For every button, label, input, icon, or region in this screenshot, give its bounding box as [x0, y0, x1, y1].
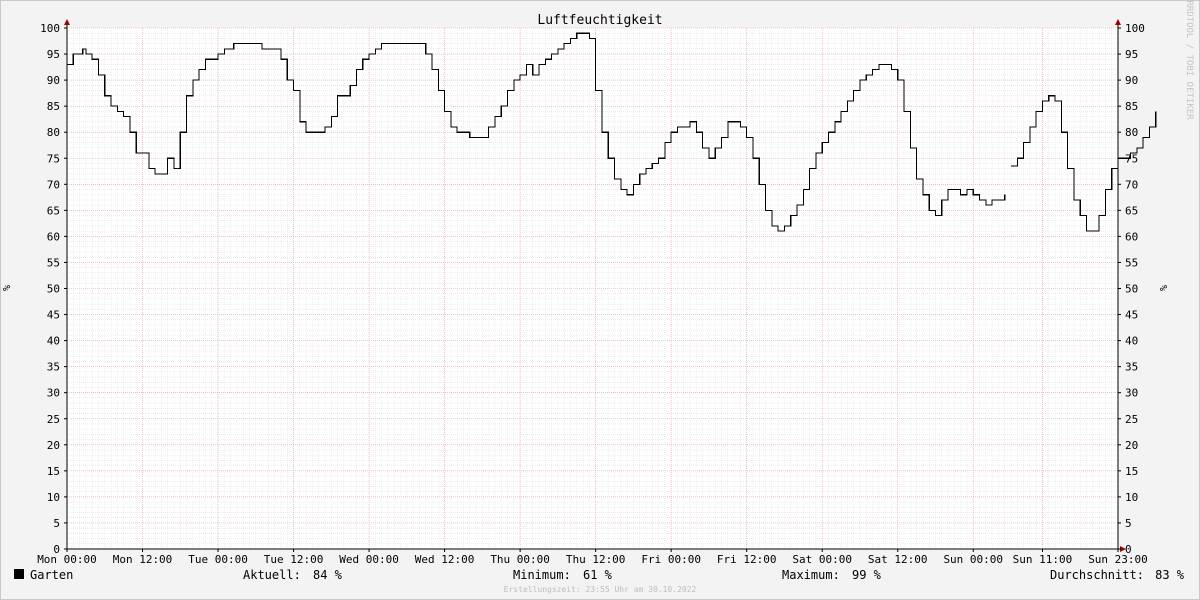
y-tick-label-right: 30	[1125, 387, 1138, 400]
y-tick-label-left: 75	[47, 152, 60, 165]
y-tick-label-left: 50	[47, 283, 60, 296]
footer-timestamp: Erstellungszeit: 23:55 Uhr am 30.10.2022	[504, 585, 697, 594]
y-tick-label-left: 10	[47, 491, 60, 504]
x-tick-label: Fri 00:00	[641, 553, 701, 566]
y-tick-label-left: 70	[47, 178, 60, 191]
x-tick-label: Sun 11:00	[1013, 553, 1073, 566]
x-tick-label: Fri 12:00	[717, 553, 777, 566]
minor-grid	[67, 28, 1118, 549]
y-tick-label-right: 5	[1125, 517, 1132, 530]
y-tick-label-left: 95	[47, 48, 60, 61]
y-tick-label-right: 35	[1125, 361, 1138, 374]
y-tick-label-left: 35	[47, 361, 60, 374]
y-tick-label-left: 25	[47, 413, 60, 426]
y-tick-label-left: 60	[47, 230, 60, 243]
watermark: RRDTOOL / TOBI OETIKER	[1184, 0, 1194, 120]
y-axis-label-left: %	[2, 285, 13, 291]
x-tick-label: Wed 00:00	[339, 553, 399, 566]
y-tick-label-right: 40	[1125, 335, 1138, 348]
y-tick-label-left: 65	[47, 204, 60, 217]
y-tick-label-left: 5	[53, 517, 60, 530]
y-tick-label-right: 60	[1125, 230, 1138, 243]
x-ticks: Mon 00:00 Mon 12:00 Tue 00:00 Tue 12:00 Wed …	[37, 549, 1148, 566]
y-tick-label-left: 45	[47, 309, 60, 322]
x-tick-label: Sun 00:00	[943, 553, 1003, 566]
y-tick-label-right: 70	[1125, 178, 1138, 191]
x-tick-label: Wed 12:00	[415, 553, 475, 566]
y-tick-label-right: 25	[1125, 413, 1138, 426]
x-tick-label: Tue 12:00	[264, 553, 324, 566]
y-tick-label-right: 45	[1125, 309, 1138, 322]
y-tick-label-right: 50	[1125, 283, 1138, 296]
x-tick-label: Thu 12:00	[566, 553, 626, 566]
x-tick-label: Thu 00:00	[490, 553, 550, 566]
y-tick-label-right: 100	[1125, 22, 1145, 35]
y-tick-label-right: 20	[1125, 439, 1138, 452]
y-axis-arrow-left	[64, 19, 70, 25]
y-tick-label-left: 15	[47, 465, 60, 478]
y-tick-label-right: 85	[1125, 100, 1138, 113]
y-tick-label-right: 95	[1125, 48, 1138, 61]
x-tick-label: Sun 23:00	[1088, 553, 1148, 566]
y-tick-label-right: 75	[1125, 152, 1138, 165]
legend-aktuell-label: Aktuell:	[243, 568, 301, 582]
legend-minimum-label: Minimum:	[513, 568, 571, 582]
humidity-chart: 0510152025303540455055606570758085909510…	[2, 0, 1194, 594]
y-tick-label-left: 85	[47, 100, 60, 113]
y-tick-label-right: 10	[1125, 491, 1138, 504]
legend-durchschnitt-label: Durchschnitt:	[1050, 568, 1144, 582]
y-axis-arrow-right	[1115, 19, 1121, 25]
y-tick-label-right: 15	[1125, 465, 1138, 478]
y-tick-label-left: 80	[47, 126, 60, 139]
legend-durchschnitt-value: 83 %	[1155, 568, 1185, 582]
plot-area	[67, 28, 1118, 549]
y-axis-label-right: %	[1157, 285, 1168, 291]
x-tick-label: Mon 00:00	[37, 553, 97, 566]
x-tick-label: Sat 12:00	[868, 553, 928, 566]
x-tick-label: Tue 00:00	[188, 553, 248, 566]
legend-label-garten: Garten	[30, 568, 73, 582]
y-tick-label-right: 80	[1125, 126, 1138, 139]
y-tick-label-left: 90	[47, 74, 60, 87]
y-tick-label-left: 100	[40, 22, 60, 35]
y-tick-label-left: 30	[47, 387, 60, 400]
y-tick-label-left: 20	[47, 439, 60, 452]
y-ticks-left: 0510152025303540455055606570758085909510…	[40, 22, 67, 556]
y-tick-label-right: 55	[1125, 256, 1138, 269]
y-ticks-right: 0510152025303540455055606570758085909510…	[1118, 22, 1145, 556]
legend-maximum-value: 99 %	[852, 568, 882, 582]
x-tick-label: Sat 00:00	[792, 553, 852, 566]
legend-aktuell-value: 84 %	[313, 568, 343, 582]
x-tick-label: Mon 12:00	[113, 553, 173, 566]
chart-title: Luftfeuchtigkeit	[537, 13, 662, 28]
y-tick-label-right: 90	[1125, 74, 1138, 87]
legend-minimum-value: 61 %	[583, 568, 613, 582]
legend-swatch-garten	[14, 569, 24, 579]
legend-maximum-label: Maximum:	[782, 568, 840, 582]
y-tick-label-right: 65	[1125, 204, 1138, 217]
y-tick-label-left: 55	[47, 256, 60, 269]
y-tick-label-left: 40	[47, 335, 60, 348]
